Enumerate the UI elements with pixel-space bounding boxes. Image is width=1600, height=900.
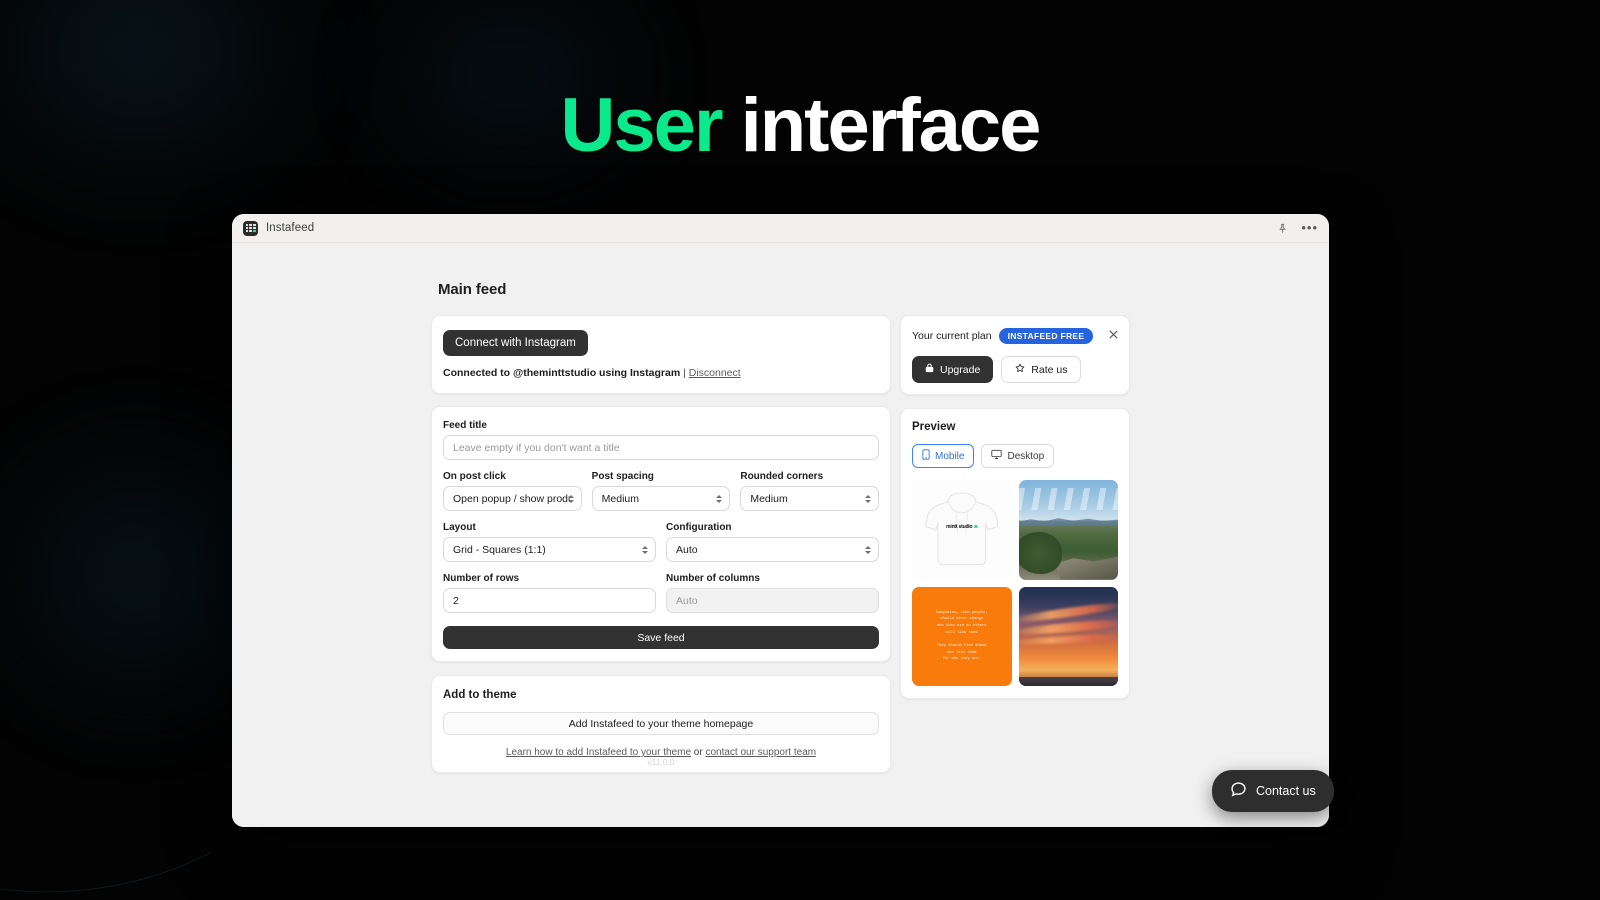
foliage [1018,531,1063,574]
cloud-band [1018,487,1118,510]
brand-dot-icon [974,525,978,529]
current-plan-card: Your current plan INSTAFEED FREE Upgrade [900,315,1130,395]
layout-select[interactable] [443,537,656,562]
rounded-corners-select-wrap [740,486,880,511]
on-post-click-select[interactable] [443,486,582,511]
desktop-icon [991,449,1003,463]
tab-desktop-label: Desktop [1007,450,1045,462]
hoodie-illustration-icon [925,492,999,566]
page-headline: User interface [0,88,1600,164]
layout-select-wrap [443,537,656,562]
rounded-corners-label: Rounded corners [740,471,824,482]
connect-with-instagram-button[interactable]: Connect with Instagram [443,330,588,356]
configuration-select[interactable] [666,537,879,562]
add-instafeed-to-theme-button[interactable]: Add Instafeed to your theme homepage [443,712,879,735]
on-post-click-select-wrap [443,486,582,511]
pin-icon[interactable] [1277,223,1288,234]
plan-header: Your current plan INSTAFEED FREE [912,328,1118,344]
save-feed-button[interactable]: Save feed [443,626,879,649]
close-icon[interactable] [1106,327,1120,341]
configuration-select-wrap [666,537,879,562]
quote-text: Companies, like people, should never cha… [935,610,988,662]
star-icon [1015,363,1025,376]
hoodie-brand-label: mintt studio [946,523,978,530]
connection-separator: | [680,367,689,379]
row-post-options: On post click Post spacing [443,471,880,511]
plan-actions: Upgrade Rate us [912,356,1118,383]
connection-status-text: Connected to @theminttstudio using Insta… [443,367,681,379]
number-of-columns-input[interactable] [666,588,879,613]
preview-tile-landscape[interactable] [1018,480,1118,580]
feed-title-label: Feed title [443,420,487,431]
rounded-corners-select[interactable] [740,486,880,511]
post-spacing-group: Post spacing [591,471,731,511]
rounded-corners-group: Rounded corners [740,471,880,511]
row-layout-config: Layout Configuration [443,522,879,562]
headline-rest: interface [721,83,1042,168]
disconnect-link[interactable]: Disconnect [689,367,741,379]
window-body: Main feed Connect with Instagram Connect… [232,243,1329,827]
post-spacing-label: Post spacing [591,471,654,482]
add-to-theme-heading: Add to theme [443,689,517,701]
post-spacing-select-wrap [591,486,731,511]
preview-card: Preview Mobile Desktop mintt studio Comp… [900,408,1130,699]
preview-grid: mintt studio Companies, like people, sho… [912,480,1118,686]
titlebar-controls: ••• [1277,221,1318,234]
number-of-rows-group: Number of rows [443,573,656,613]
preview-tile-quote[interactable]: Companies, like people, should never cha… [912,586,1012,686]
app-window: Instafeed ••• Main feed Connect with Ins… [232,214,1329,827]
contact-us-label: Contact us [1256,784,1316,798]
cloud-streak-3 [1018,633,1118,647]
right-column: Your current plan INSTAFEED FREE Upgrade [900,315,1130,699]
feed-settings-card: Feed title On post click Post spacing [431,406,891,662]
chat-bubble-icon [1230,781,1247,801]
preview-heading: Preview [912,421,956,433]
preview-device-tabs: Mobile Desktop [912,444,1118,468]
layout-label: Layout [443,522,476,533]
page-title: Main feed [438,281,507,298]
on-post-click-label: On post click [443,471,506,482]
left-column: Connect with Instagram Connected to @the… [431,315,891,773]
configuration-label: Configuration [666,522,732,533]
number-of-rows-label: Number of rows [443,573,520,584]
connection-card: Connect with Instagram Connected to @the… [431,315,891,394]
lock-icon [925,363,934,376]
number-of-columns-label: Number of columns [666,573,760,584]
number-of-columns-group: Number of columns [666,573,879,613]
rate-us-button-label: Rate us [1031,363,1068,376]
upgrade-button-label: Upgrade [940,363,981,376]
on-post-click-group: On post click [443,471,582,511]
connection-status: Connected to @theminttstudio using Insta… [443,367,879,379]
preview-tile-hoodie[interactable]: mintt studio [912,480,1012,580]
version-label: v11.0.0 [647,757,675,767]
hoodie-brand-text: mintt studio [946,523,973,530]
upgrade-button[interactable]: Upgrade [912,356,994,383]
tab-desktop[interactable]: Desktop [981,444,1055,468]
configuration-group: Configuration [666,522,879,562]
instafeed-logo-icon [243,220,258,236]
horizon-ground [1018,677,1118,686]
status-badge: INSTAFEED FREE [998,328,1094,344]
preview-tile-sunset[interactable] [1018,586,1118,686]
mountain-ridge [1018,518,1118,526]
contact-us-button[interactable]: Contact us [1212,770,1334,812]
screenshot-stage: User interface Instafeed ••• Main feed C… [0,0,1600,900]
tab-mobile[interactable]: Mobile [912,444,975,468]
mobile-icon [922,449,930,463]
number-of-rows-input[interactable] [443,588,656,613]
tab-mobile-label: Mobile [935,450,965,462]
plan-label: Your current plan [912,330,992,342]
rate-us-button[interactable]: Rate us [1001,356,1082,383]
rock-formation [1054,556,1118,580]
headline-accent: User [560,83,724,168]
row-rows-columns: Number of rows Number of columns [443,573,879,613]
layout-group: Layout [443,522,656,562]
more-horizontal-icon[interactable]: ••• [1301,221,1318,234]
app-name-label: Instafeed [266,222,315,234]
feed-title-input[interactable] [443,435,879,460]
window-titlebar: Instafeed ••• [232,214,1329,243]
post-spacing-select[interactable] [591,486,731,511]
